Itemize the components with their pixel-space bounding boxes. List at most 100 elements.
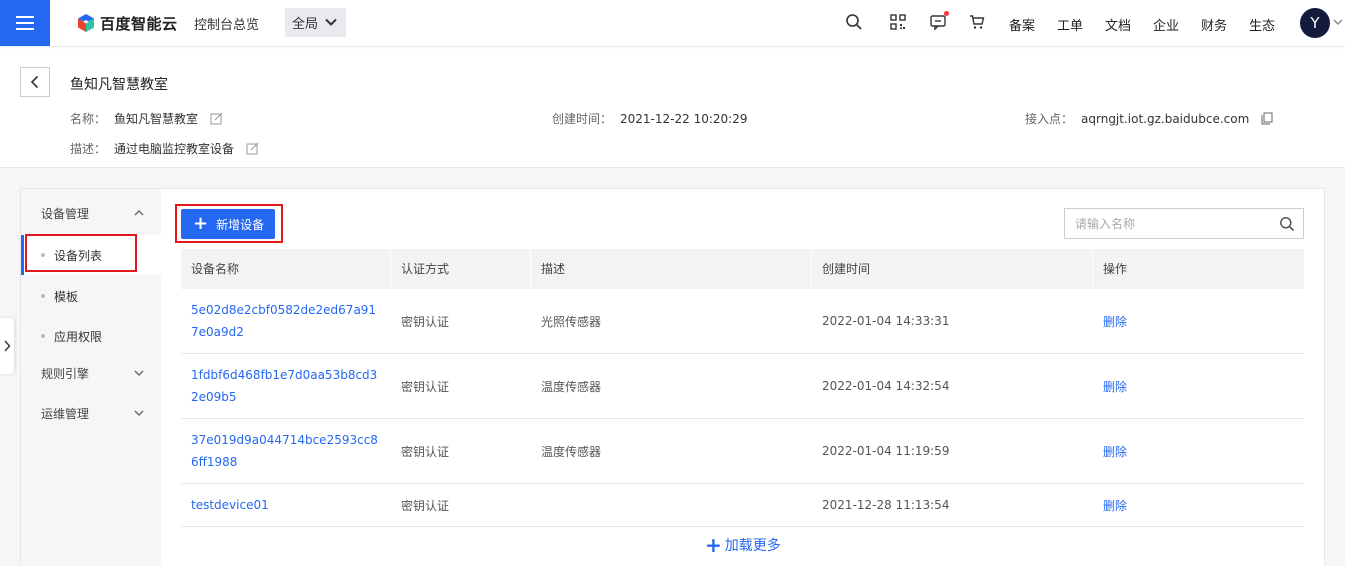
chevron-down-icon — [134, 410, 144, 416]
side-navigation: 设备管理 设备列表 模板 应用权限 规则引擎 运维管理 — [21, 189, 161, 566]
table-row: 5e02d8e2cbf0582de2ed67a917e0a9d2 密钥认证 光照… — [181, 289, 1304, 354]
hamburger-menu-button[interactable] — [0, 0, 50, 46]
column-header-description: 描述 — [531, 249, 812, 289]
finance-link[interactable]: 财务 — [1201, 15, 1227, 34]
endpoint-label: 接入点： — [1025, 112, 1074, 126]
table-row: 1fdbf6d468fb1e7d0aa53b8cd32e09b5 密钥认证 温度… — [181, 354, 1304, 419]
created-time-cell: 2022-01-04 14:32:54 — [822, 379, 950, 393]
search-box — [1064, 208, 1304, 239]
bullet-dot — [41, 253, 45, 257]
description-cell — [531, 484, 541, 526]
edit-icon[interactable] — [246, 142, 259, 155]
chevron-left-icon — [30, 75, 39, 89]
delete-link[interactable]: 删除 — [1093, 289, 1127, 353]
region-value: 全局 — [292, 17, 319, 32]
ecosystem-link[interactable]: 生态 — [1249, 15, 1275, 34]
description-cell: 温度传感器 — [541, 379, 602, 394]
nav-group-rule-engine[interactable]: 规则引擎 — [21, 353, 161, 393]
nav-item-label: 设备列表 — [54, 248, 103, 263]
nav-item-device-list[interactable]: 设备列表 — [21, 235, 161, 275]
expand-sidebar-handle[interactable] — [0, 318, 14, 374]
message-icon[interactable] — [929, 11, 949, 31]
region-select[interactable]: 全局 — [285, 8, 346, 37]
table-row: 37e019d9a044714bce2593cc86ff1988 密钥认证 温度… — [181, 419, 1304, 484]
chevron-right-icon — [4, 340, 11, 352]
bullet-dot — [41, 294, 45, 298]
search-icon[interactable] — [1279, 216, 1295, 232]
menu-icon — [16, 22, 34, 24]
table-header: 设备名称 认证方式 描述 创建时间 操作 — [181, 249, 1304, 289]
nav-group-ops-management[interactable]: 运维管理 — [21, 393, 161, 433]
top-bar: 百度智能云 控制台总览 全局 备案 工单 文档 企业 财务 生态 Y — [0, 0, 1345, 46]
user-avatar[interactable]: Y — [1300, 8, 1330, 38]
cube-logo-icon — [78, 14, 94, 32]
desc-value: 通过电脑监控教室设备 — [114, 142, 235, 156]
enterprise-link[interactable]: 企业 — [1153, 15, 1179, 34]
created-time-cell: 2021-12-28 11:13:54 — [822, 498, 950, 512]
name-label: 名称： — [70, 112, 107, 126]
cart-icon[interactable] — [968, 13, 986, 31]
qr-code-icon[interactable] — [889, 13, 907, 31]
description-field: 描述： 通过电脑监控教室设备 — [70, 140, 259, 157]
plus-icon: + — [705, 533, 722, 557]
load-more-button[interactable]: + 加载更多 — [705, 535, 781, 555]
created-time-cell: 2022-01-04 11:19:59 — [822, 444, 950, 458]
brand-logo[interactable]: 百度智能云 — [76, 12, 178, 34]
created-value: 2021-12-22 10:20:29 — [620, 112, 748, 126]
name-field: 名称： 鱼知凡智慧教室 — [70, 110, 223, 127]
device-table: 设备名称 认证方式 描述 创建时间 操作 5e02d8e2cbf0582de2e… — [181, 249, 1304, 527]
delete-link[interactable]: 删除 — [1093, 419, 1127, 483]
auth-cell: 密钥认证 — [401, 444, 450, 459]
created-time-cell: 2022-01-04 14:33:31 — [822, 314, 950, 328]
name-value: 鱼知凡智慧教室 — [114, 112, 199, 126]
plus-icon: + — [193, 213, 209, 234]
nav-group-label: 规则引擎 — [41, 366, 90, 381]
nav-item-app-permission[interactable]: 应用权限 — [21, 316, 161, 356]
search-icon[interactable] — [845, 13, 863, 31]
device-name-link[interactable]: 5e02d8e2cbf0582de2ed67a917e0a9d2 — [181, 299, 381, 343]
chevron-up-icon — [134, 210, 144, 216]
nav-group-label: 运维管理 — [41, 406, 90, 421]
chevron-down-icon[interactable] — [1333, 17, 1343, 27]
edit-icon[interactable] — [210, 112, 223, 125]
auth-cell: 密钥认证 — [401, 498, 450, 513]
nav-item-label: 模板 — [54, 289, 79, 304]
device-name-link[interactable]: testdevice01 — [181, 484, 269, 526]
chevron-down-icon — [134, 370, 144, 376]
table-row: testdevice01 密钥认证 2021-12-28 11:13:54 删除 — [181, 484, 1304, 527]
load-more-label: 加载更多 — [724, 538, 781, 554]
nav-item-template[interactable]: 模板 — [21, 276, 161, 316]
add-device-label: 新增设备 — [216, 217, 265, 232]
device-name-link[interactable]: 37e019d9a044714bce2593cc86ff1988 — [181, 429, 381, 473]
beian-link[interactable]: 备案 — [1009, 15, 1035, 34]
desc-label: 描述： — [70, 142, 107, 156]
nav-group-label: 设备管理 — [41, 206, 90, 221]
search-input[interactable] — [1065, 209, 1270, 238]
notification-dot — [944, 11, 949, 16]
nav-item-label: 应用权限 — [54, 329, 103, 344]
endpoint-field: 接入点： aqrngjt.iot.gz.baidubce.com — [1025, 110, 1274, 127]
column-header-device-name: 设备名称 — [181, 249, 391, 289]
bullet-dot — [41, 334, 45, 338]
delete-link[interactable]: 删除 — [1093, 484, 1127, 526]
chevron-down-icon — [325, 18, 337, 26]
column-header-actions: 操作 — [1103, 262, 1128, 276]
console-overview-link[interactable]: 控制台总览 — [194, 14, 259, 33]
auth-cell: 密钥认证 — [401, 314, 450, 329]
created-time-field: 创建时间： 2021-12-22 10:20:29 — [552, 110, 747, 127]
page-title: 鱼知凡智慧教室 — [70, 77, 168, 93]
nav-group-device-management[interactable]: 设备管理 — [21, 193, 161, 233]
device-name-link[interactable]: 1fdbf6d468fb1e7d0aa53b8cd32e09b5 — [181, 364, 381, 408]
delete-link[interactable]: 删除 — [1093, 354, 1127, 418]
description-cell: 光照传感器 — [541, 314, 602, 329]
copy-icon[interactable] — [1261, 112, 1274, 125]
ticket-link[interactable]: 工单 — [1057, 15, 1083, 34]
column-header-auth: 认证方式 — [391, 249, 531, 289]
add-device-button[interactable]: + 新增设备 — [181, 209, 275, 239]
active-indicator — [21, 235, 24, 275]
docs-link[interactable]: 文档 — [1105, 15, 1131, 34]
back-button[interactable] — [20, 67, 50, 97]
created-label: 创建时间： — [552, 112, 613, 126]
auth-cell: 密钥认证 — [401, 379, 450, 394]
brand-name: 百度智能云 — [100, 14, 178, 33]
